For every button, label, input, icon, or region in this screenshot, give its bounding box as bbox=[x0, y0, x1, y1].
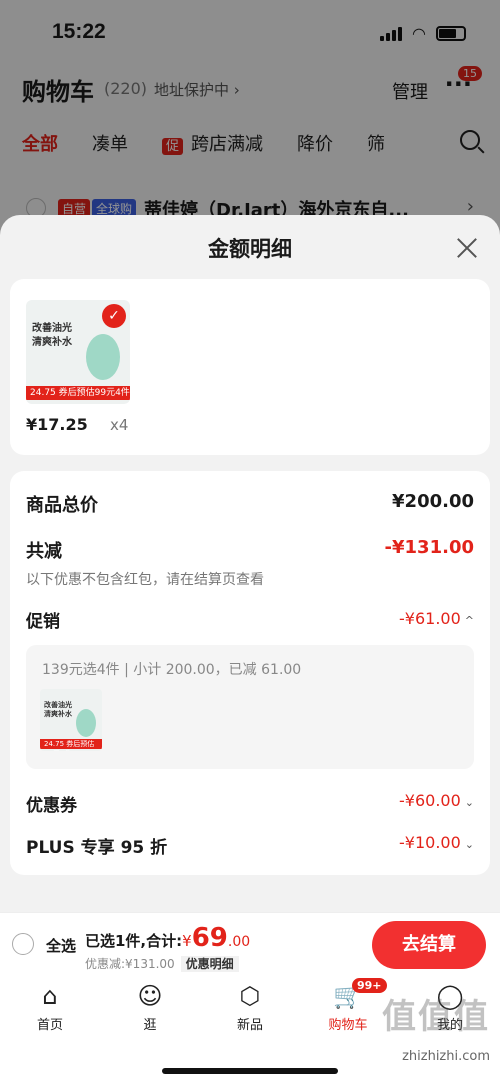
browse-icon: ☺ bbox=[137, 982, 163, 1010]
product-pill-shape bbox=[86, 334, 120, 380]
checkmark-icon: ✓ bbox=[102, 304, 126, 328]
tab-cart-label: 购物车 bbox=[328, 1018, 368, 1033]
select-all-label[interactable]: 全选 bbox=[46, 935, 76, 956]
chevron-up-icon: ^ bbox=[464, 614, 474, 627]
total-currency: ¥ bbox=[182, 932, 192, 950]
promo-detail-text: 139元选4件 | 小计 200.00，已减 61.00 bbox=[42, 662, 302, 678]
tab-cart[interactable]: 🛒 购物车 99+ bbox=[308, 978, 388, 1033]
watermark: zhizhizhi.com bbox=[402, 1049, 490, 1064]
select-all-checkbox[interactable] bbox=[12, 933, 34, 955]
product-image[interactable]: 改善油光 清爽补水 24.75 券后预估99元4件 ✓ bbox=[26, 300, 130, 404]
chevron-down-icon: ⌄ bbox=[464, 838, 474, 851]
promo-image-price: 24.75 券后预估99元4件 bbox=[40, 739, 102, 751]
tab-home-label: 首页 bbox=[36, 1018, 63, 1033]
discount-note: 以下优惠不包含红包，请在结算页查看 bbox=[26, 572, 264, 588]
plus-toggle[interactable]: -¥10.00 ⌄ bbox=[399, 833, 474, 852]
promo-product-image[interactable]: 改善油光清爽补水 24.75 券后预估99元4件 bbox=[40, 689, 102, 751]
tab-new-label: 新品 bbox=[236, 1018, 263, 1033]
promo-toggle[interactable]: -¥61.00 ^ bbox=[399, 609, 474, 628]
promo-label: 促销 bbox=[26, 612, 60, 632]
promo-pill-shape bbox=[76, 709, 96, 737]
product-price: ¥17.25 bbox=[26, 415, 88, 434]
checkout-button[interactable]: 去结算 bbox=[372, 921, 486, 969]
product-image-price: 24.75 券后预估99元4件 bbox=[26, 386, 130, 400]
promo-detail-box: 139元选4件 | 小计 200.00，已减 61.00 改善油光 清爽补水 24… bbox=[26, 645, 474, 769]
saved-line: 优惠减:¥131.00 优惠明细 bbox=[85, 955, 239, 972]
watermark-logo: 值值值 bbox=[382, 997, 490, 1037]
checkout-bar: 全选 已选1件,合计:¥69.00 优惠减:¥131.00 优惠明细 去结算 bbox=[0, 912, 500, 974]
plus-label: PLUS 专享 95 折 bbox=[26, 838, 168, 858]
tab-browse[interactable]: ☺ 逛 bbox=[110, 980, 190, 1033]
discount-label: 共减 bbox=[26, 541, 62, 562]
selected-count: 已选1件,合计: bbox=[85, 932, 183, 950]
product-card: 改善油光 清爽补水 24.75 券后预估99元4件 ✓ ¥17.25 x4 bbox=[10, 279, 490, 455]
price-detail-card: 商品总价 ¥200.00 共减 -¥131.00 以下优惠不包含红包，请在结算页… bbox=[10, 471, 490, 875]
total-value: ¥200.00 bbox=[392, 491, 474, 512]
coupon-label: 优惠券 bbox=[26, 796, 77, 816]
total-label: 商品总价 bbox=[26, 495, 98, 516]
total-cents: .00 bbox=[227, 934, 251, 950]
tab-home[interactable]: ⌂ 首页 bbox=[10, 980, 90, 1033]
product-quantity: x4 bbox=[110, 416, 129, 434]
discount-value: -¥131.00 bbox=[384, 537, 474, 558]
close-icon[interactable] bbox=[456, 237, 478, 259]
saved-amount: 优惠减:¥131.00 bbox=[85, 957, 175, 971]
coupon-value: -¥60.00 bbox=[399, 791, 461, 810]
chevron-down-icon: ⌄ bbox=[464, 796, 474, 809]
home-indicator bbox=[162, 1068, 338, 1074]
total-line: 已选1件,合计:¥69.00 bbox=[85, 923, 250, 953]
promo-image-text: 改善油光 清爽补水 bbox=[44, 701, 72, 718]
home-icon: ⌂ bbox=[42, 982, 58, 1010]
total-amount: 69 bbox=[191, 923, 228, 953]
tab-new[interactable]: ⬡ 新品 bbox=[210, 980, 290, 1033]
product-image-text: 改善油光 清爽补水 bbox=[32, 323, 72, 348]
coupon-toggle[interactable]: -¥60.00 ⌄ bbox=[399, 791, 474, 810]
bottom-tab-bar: ⌂ 首页 ☺ 逛 ⬡ 新品 🛒 购物车 99+ ◯ 我的 值值值 zhizhiz… bbox=[0, 974, 500, 1082]
plus-value: -¥10.00 bbox=[399, 833, 461, 852]
sheet-title: 金额明细 bbox=[208, 237, 292, 261]
discount-detail-button[interactable]: 优惠明细 bbox=[180, 956, 239, 972]
tab-browse-label: 逛 bbox=[143, 1018, 157, 1033]
box-icon: ⬡ bbox=[239, 982, 261, 1010]
promo-value: -¥61.00 bbox=[399, 609, 461, 628]
